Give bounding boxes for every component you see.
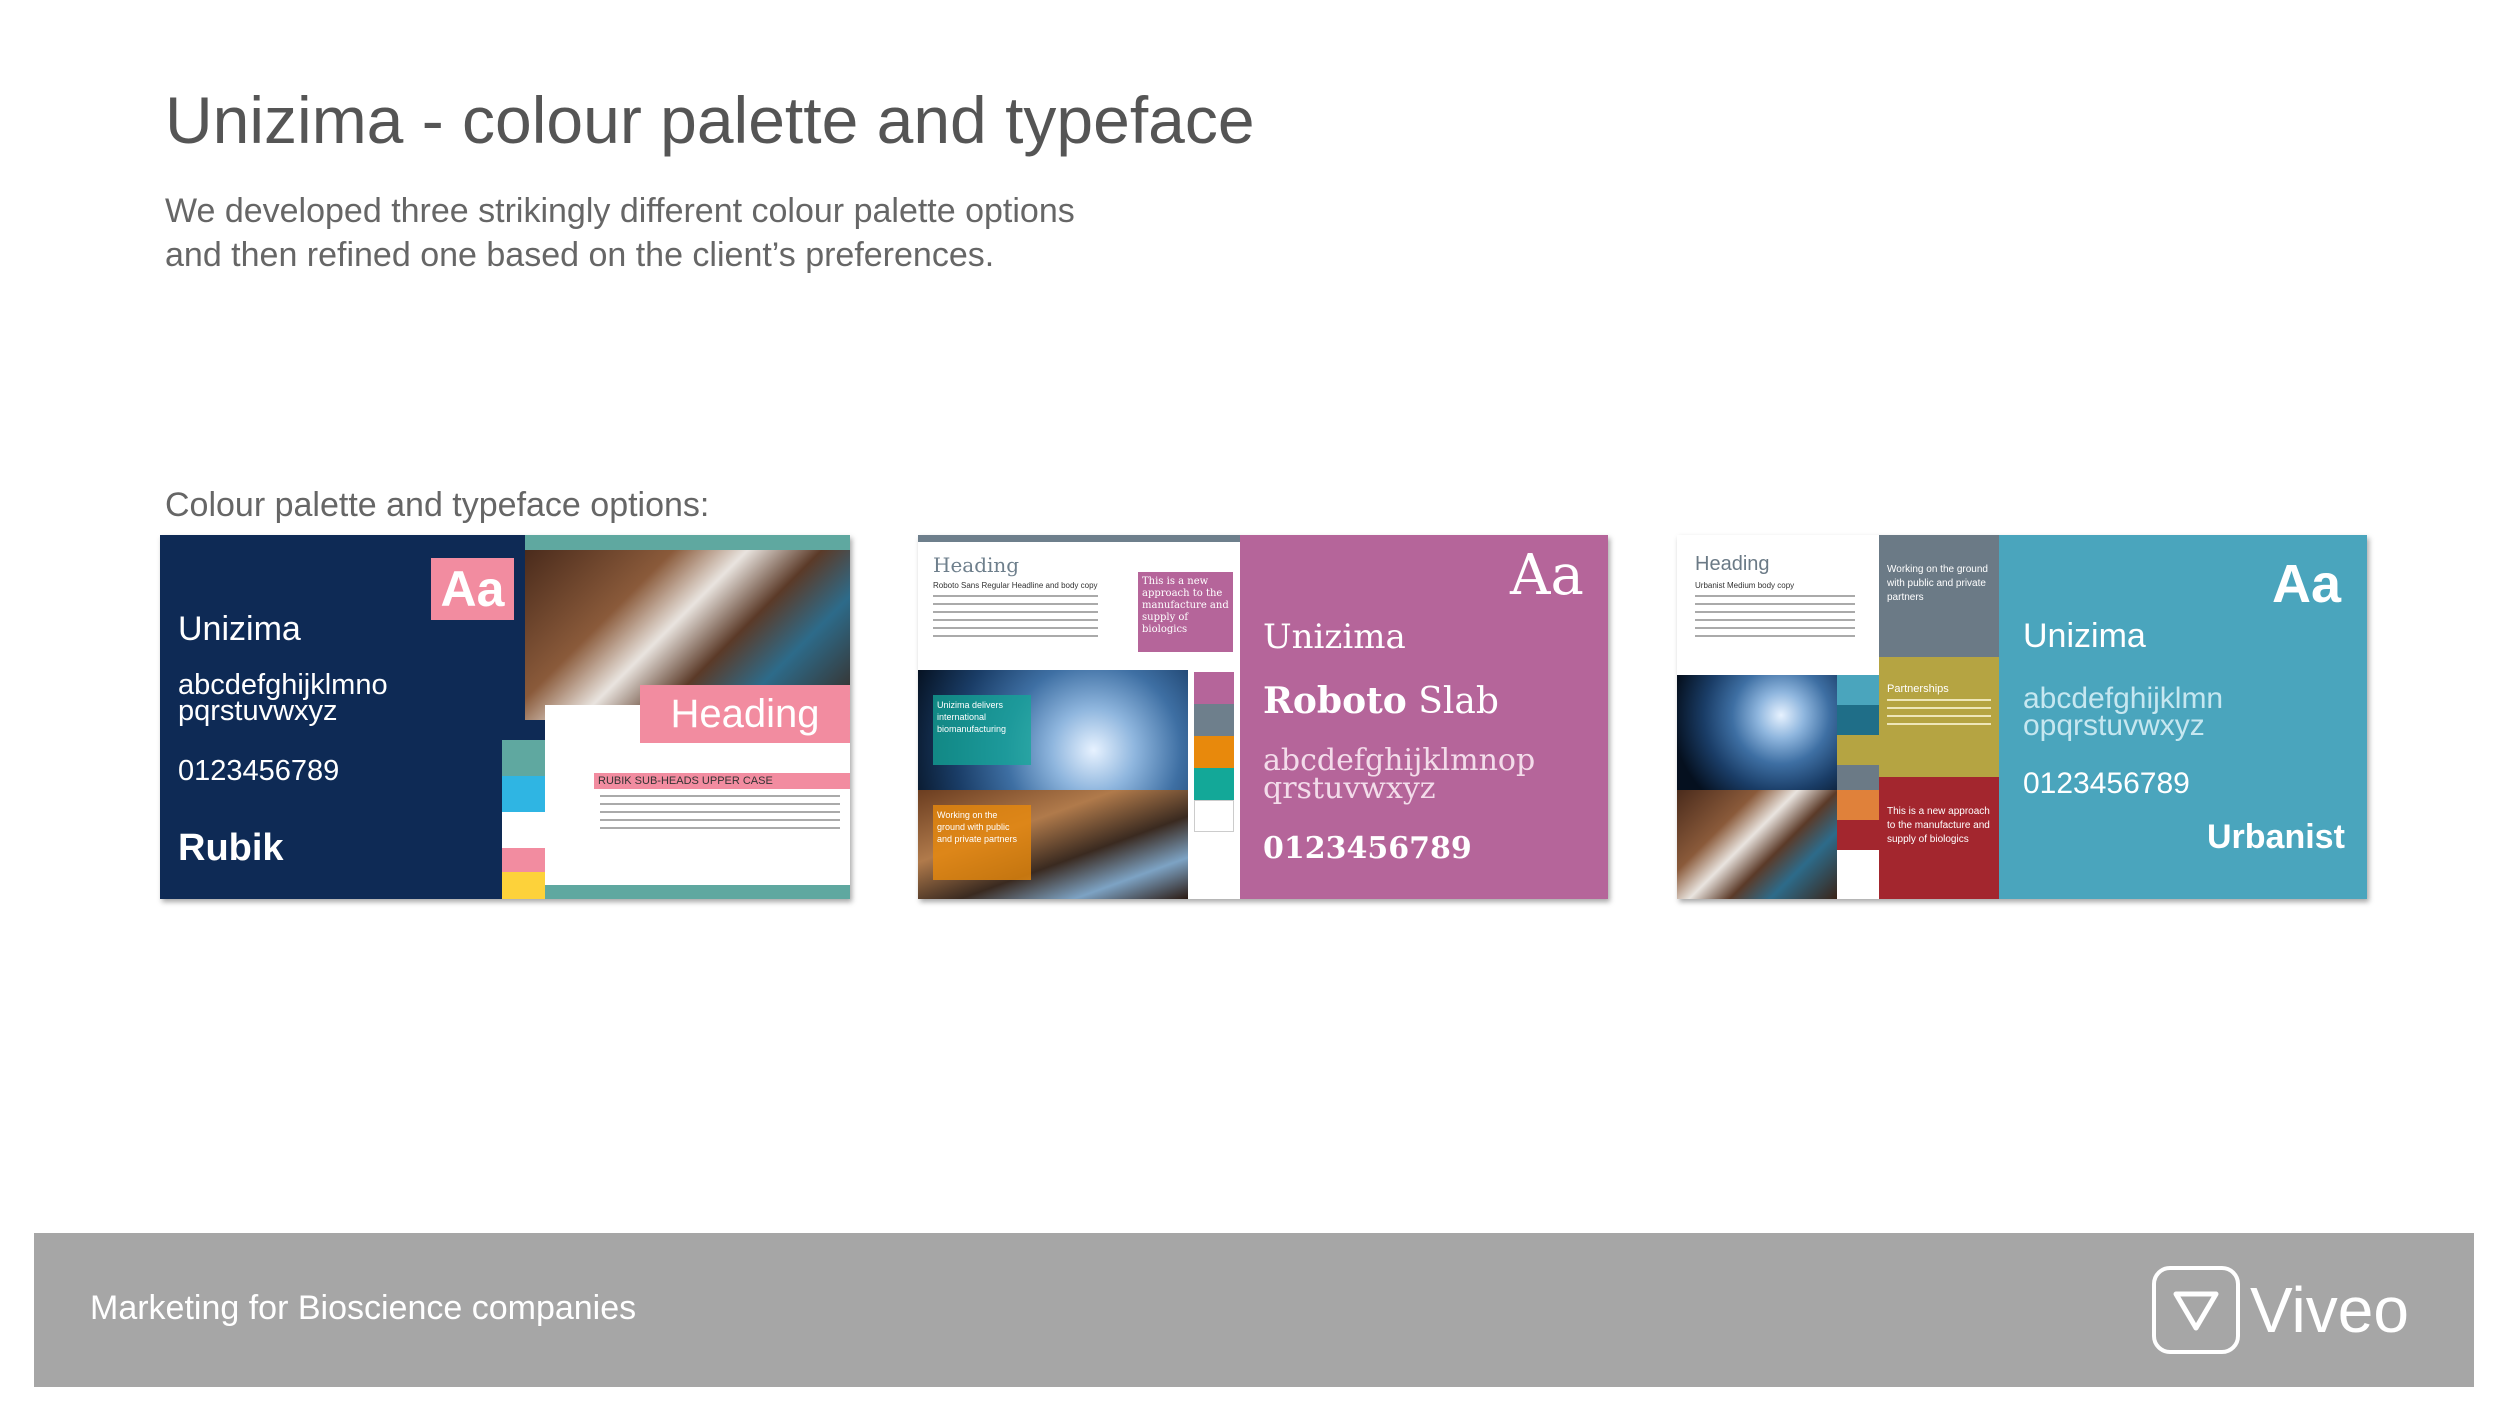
page-title: Unizima - colour palette and typeface bbox=[165, 83, 1255, 157]
aa-badge: Aa bbox=[1510, 543, 1584, 608]
earth-photo bbox=[1677, 675, 1837, 790]
footer-bar: Marketing for Bioscience companies Viveo bbox=[34, 1233, 2474, 1387]
olive-box: Partnerships bbox=[1879, 657, 1999, 777]
swatch-red bbox=[1837, 820, 1879, 850]
swatch-magenta bbox=[1194, 672, 1234, 704]
callout-box: This is a new approach to the manufactur… bbox=[1138, 572, 1233, 652]
photo-lab-workers bbox=[1677, 790, 1837, 899]
swatch-grey bbox=[1837, 765, 1879, 790]
font-name-light: Slab bbox=[1418, 681, 1499, 722]
swatch-olive bbox=[1837, 735, 1879, 765]
swatch-blue bbox=[502, 776, 545, 812]
swatch-teal bbox=[502, 740, 545, 776]
teal-box: Unizima delivers international biomanufa… bbox=[933, 695, 1031, 765]
olive-body-placeholder bbox=[1887, 699, 1991, 731]
digits: 0123456789 bbox=[1263, 831, 1472, 866]
heading-sample: Heading bbox=[640, 685, 850, 743]
subtitle-line-1: We developed three strikingly different … bbox=[165, 192, 1075, 230]
swatch-white bbox=[502, 812, 545, 848]
font-name: Urbanist bbox=[2207, 818, 2345, 856]
body-title: Urbanist Medium body copy bbox=[1695, 581, 1795, 590]
font-name: Rubik bbox=[178, 827, 284, 869]
swatch-turquoise bbox=[1837, 675, 1879, 705]
swatch-dark-teal bbox=[1837, 705, 1879, 735]
heading-sample: Heading bbox=[1695, 553, 1770, 575]
digits: 0123456789 bbox=[2023, 767, 2190, 800]
teal-bottom-bar bbox=[545, 885, 850, 899]
brand-name: Unizima bbox=[1263, 617, 1406, 657]
aa-badge: Aa bbox=[431, 558, 514, 620]
brand-name: Unizima bbox=[178, 610, 301, 648]
alphabet-line-2: qrstuvwxyz bbox=[1263, 771, 1436, 806]
swatch-yellow bbox=[502, 872, 545, 899]
body-title: Roboto Sans Regular Headline and body co… bbox=[933, 581, 1098, 590]
subtitle-line-2: and then refined one based on the client… bbox=[165, 236, 995, 274]
swatch-teal bbox=[1194, 768, 1234, 800]
swatch-white bbox=[1194, 800, 1234, 832]
body-text-placeholder bbox=[600, 795, 840, 835]
subheads-sample: RUBIK SUB-HEADS UPPER CASE bbox=[594, 773, 850, 789]
swatch-orange bbox=[1194, 736, 1234, 768]
font-name: Roboto Slab bbox=[1263, 680, 1499, 722]
aa-badge: Aa bbox=[2272, 554, 2342, 614]
brand-name: Unizima bbox=[2023, 617, 2146, 655]
swatch-orange bbox=[1837, 790, 1879, 820]
swatch-slate bbox=[1194, 704, 1234, 736]
options-label: Colour palette and typeface options: bbox=[165, 486, 710, 524]
digits: 0123456789 bbox=[178, 755, 340, 787]
alphabet-line-2: opqrstuvwxyz bbox=[2023, 709, 2205, 742]
font-name-bold: Roboto bbox=[1263, 680, 1407, 722]
alphabet-line-1: abcdefghijklmn bbox=[2023, 682, 2224, 715]
footer-tagline: Marketing for Bioscience companies bbox=[90, 1289, 637, 1327]
body-text-placeholder bbox=[1695, 595, 1855, 643]
orange-box: Working on the ground with public and pr… bbox=[933, 805, 1031, 880]
viveo-logo-icon bbox=[2152, 1266, 2240, 1354]
grey-box: Working on the ground with public and pr… bbox=[1879, 535, 1999, 657]
viveo-logo-text: Viveo bbox=[2250, 1274, 2409, 1346]
swatch-pink bbox=[502, 848, 545, 872]
olive-title: Partnerships bbox=[1887, 683, 1949, 695]
slate-top-bar bbox=[918, 535, 1240, 542]
alphabet-line-2: pqrstuvwxyz bbox=[178, 695, 338, 727]
palette-option-roboto-slab: Heading Roboto Sans Regular Headline and… bbox=[918, 535, 1608, 899]
palette-option-rubik: Aa Unizima abcdefghijklmno pqrstuvwxyz 0… bbox=[160, 535, 850, 899]
palette-option-urbanist: Heading Urbanist Medium body copy Workin… bbox=[1677, 535, 2367, 899]
body-text-placeholder bbox=[933, 595, 1098, 637]
viveo-logo[interactable]: Viveo bbox=[2152, 1263, 2409, 1357]
red-box: This is a new approach to the manufactur… bbox=[1879, 777, 1999, 899]
heading-sample: Heading bbox=[933, 553, 1020, 577]
